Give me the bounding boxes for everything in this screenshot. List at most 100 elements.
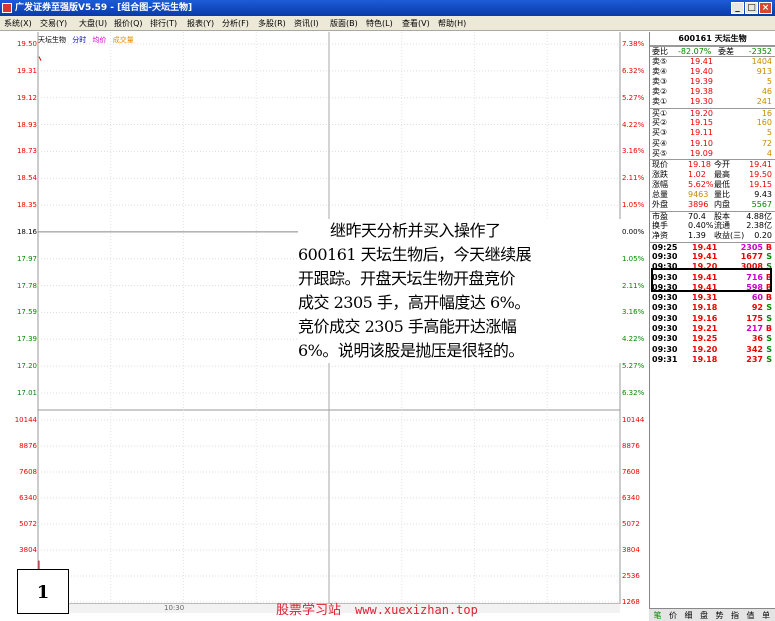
annotation-line: 继昨天分析并买入操作了	[330, 221, 501, 240]
legend-minute[interactable]: 分时	[72, 36, 86, 44]
percent-label: 1.05%	[622, 201, 645, 210]
site-name: 股票学习站	[276, 603, 342, 618]
menu-item[interactable]: 交易(Y)	[40, 16, 67, 31]
menu-item[interactable]: 多股(R)	[258, 16, 286, 31]
fund-value: 2.38亿	[746, 221, 772, 231]
tick-time: 09:30	[652, 334, 678, 344]
panel-tab[interactable]: 指	[729, 610, 742, 621]
quote-row: 涨跌 1.02 最高 19.50	[650, 170, 775, 180]
fund-label: 收益(三)	[714, 231, 745, 241]
stat-value: 19.15	[749, 179, 772, 189]
ask-label: 卖③	[652, 76, 668, 86]
panel-tab[interactable]: 笔	[651, 610, 664, 621]
tick-volume: 92	[751, 303, 763, 313]
legend-avg[interactable]: 均价	[92, 36, 106, 44]
bid-price: 19.10	[690, 138, 713, 148]
quote-row: 09:31 19.18 237 S	[650, 355, 775, 365]
menu-item[interactable]: 帮助(H)	[438, 16, 466, 31]
panel-tab[interactable]: 值	[744, 610, 757, 621]
title-bar: 广发证券至强版V5.59 - [组合图-天坛生物] _ □ ×	[0, 0, 775, 16]
ask-price: 19.40	[690, 66, 713, 76]
menu-item[interactable]: 大盘(U)	[79, 16, 107, 31]
panel-tab[interactable]: 价	[667, 610, 680, 621]
tick-price: 19.18	[692, 303, 718, 313]
annotation-line: 成交 2305 手，高开幅度达 6%。	[298, 293, 530, 312]
tick-direction: S	[766, 344, 772, 354]
percent-label: 7.38%	[622, 40, 645, 48]
menu-item[interactable]: 排行(T)	[150, 16, 177, 31]
ask-volume: 46	[761, 87, 772, 97]
panel-tab[interactable]: 单	[760, 610, 773, 621]
bid-label: 买⑤	[652, 148, 668, 158]
figure-number: 1	[17, 569, 69, 614]
bid-volume: 72	[761, 138, 772, 148]
menu-item[interactable]: 分析(F)	[222, 16, 249, 31]
minimize-button[interactable]: _	[731, 2, 744, 14]
tick-direction: B	[765, 293, 772, 303]
volume-label: 2536	[622, 572, 640, 580]
menu-item[interactable]: 查看(V)	[402, 16, 430, 31]
legend-volume[interactable]: 成交量	[113, 36, 134, 44]
quote-row: 买⑤ 19.09 4	[650, 149, 775, 159]
percent-label: 5.27%	[622, 362, 645, 371]
close-button[interactable]: ×	[759, 2, 772, 14]
quote-row: 总量 9463 量比 9.43	[650, 190, 775, 200]
tick-price: 19.25	[692, 334, 718, 344]
percent-label: 0.00%	[622, 227, 645, 236]
quote-row: 卖④ 19.40 913	[650, 67, 775, 77]
price-label: 17.59	[16, 308, 37, 317]
tick-time: 09:31	[652, 354, 678, 364]
tick-time: 09:30	[652, 251, 678, 261]
annotation-line: 600161 天坛生物后，今天继续展	[298, 245, 532, 264]
menu-item[interactable]: 系统(X)	[4, 16, 32, 31]
percent-label: 4.22%	[622, 335, 645, 344]
panel-tab[interactable]: 势	[713, 610, 726, 621]
tick-price: 19.41	[692, 251, 718, 261]
stat-label: 涨幅	[652, 179, 668, 189]
tick-time: 09:30	[652, 313, 678, 323]
menu-item[interactable]: 版面(B)	[330, 16, 358, 31]
maximize-button[interactable]: □	[745, 2, 758, 14]
ask-volume: 5	[766, 76, 772, 86]
tick-price: 19.21	[692, 324, 718, 334]
tick-time: 09:30	[652, 303, 678, 313]
stat-label: 最低	[714, 179, 730, 189]
quote-row: 委比 -82.07% 委差 -2352	[650, 46, 775, 56]
price-label: 17.20	[16, 362, 37, 371]
quote-row: 09:30 19.16 175 S	[650, 314, 775, 324]
tick-direction: S	[766, 334, 772, 344]
price-label: 19.50	[16, 40, 37, 48]
menu-item[interactable]: 报表(Y)	[187, 16, 214, 31]
time-tick-label: 10:30	[164, 604, 185, 612]
bid-price: 19.09	[690, 148, 713, 158]
bid-volume: 5	[766, 128, 772, 138]
panel-tabs: 笔价细盘势指值单	[649, 608, 775, 621]
panel-tab[interactable]: 盘	[698, 610, 711, 621]
tick-price: 19.20	[692, 344, 718, 354]
price-label: 17.01	[16, 389, 37, 397]
menu-item[interactable]: 资讯(I)	[294, 16, 319, 31]
menu-item[interactable]: 报价(Q)	[114, 16, 143, 31]
tick-time: 09:30	[652, 344, 678, 354]
tick-direction: S	[766, 313, 772, 323]
percent-label: 3.16%	[622, 147, 645, 156]
stat-label: 最高	[714, 169, 730, 179]
bid-price: 19.11	[690, 128, 713, 138]
price-label: 18.35	[16, 201, 37, 210]
menu-item[interactable]: 特色(L)	[366, 16, 393, 31]
fund-label: 流通	[714, 221, 730, 231]
bid-label: 买③	[652, 128, 668, 138]
ask-volume: 913	[756, 66, 772, 76]
stat-value: 5567	[751, 200, 772, 210]
highlight-box	[651, 268, 772, 292]
site-url: www.xuexizhan.top	[355, 603, 478, 617]
percent-label: 6.32%	[622, 66, 645, 75]
price-line	[38, 56, 42, 61]
quote-row: 卖⑤ 19.41 1404	[650, 56, 775, 66]
quote-row: 09:30 19.20 342 S	[650, 345, 775, 355]
percent-label: 5.27%	[622, 93, 645, 102]
stat-label: 内盘	[714, 200, 730, 210]
fund-value: 0.40%	[688, 221, 714, 231]
panel-tab[interactable]: 细	[682, 610, 695, 621]
stat-label: 量比	[714, 190, 730, 200]
